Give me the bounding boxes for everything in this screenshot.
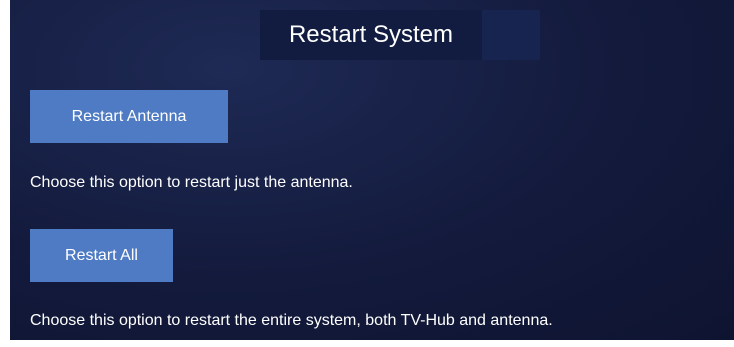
page-title: Restart System [288,21,454,48]
title-bar: Restart System [260,10,482,60]
restart-system-panel: Restart System Restart Antenna Choose th… [10,0,734,340]
restart-all-description: Choose this option to restart the entire… [30,312,553,329]
restart-antenna-description: Choose this option to restart just the a… [30,174,353,191]
title-bar-accent [482,10,540,60]
restart-antenna-button[interactable]: Restart Antenna [30,90,228,143]
restart-all-button[interactable]: Restart All [30,229,173,282]
